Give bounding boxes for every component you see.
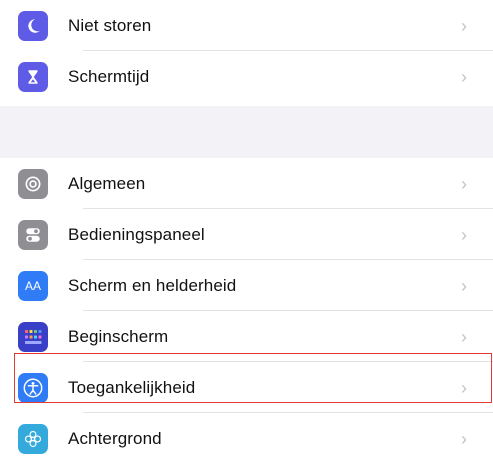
settings-row-niet-storen[interactable]: Niet storen › — [15, 0, 493, 51]
settings-group-focus: Niet storen › Schermtijd › — [15, 0, 493, 106]
settings-row-toegankelijkheid[interactable]: Toegankelijkheid › — [15, 362, 493, 413]
chevron-right-icon: › — [461, 275, 467, 296]
row-label: Scherm en helderheid — [68, 275, 237, 295]
settings-row-beginscherm[interactable]: Beginscherm › — [15, 311, 493, 362]
row-label: Niet storen — [68, 15, 152, 35]
chevron-right-icon: › — [461, 224, 467, 245]
settings-group-general: Algemeen › Bedieningspaneel › AA Scherm … — [15, 158, 493, 454]
row-label: Toegankelijkheid — [68, 377, 196, 397]
toggles-icon — [18, 219, 48, 250]
flower-icon — [18, 423, 48, 454]
row-label: Bedieningspaneel — [68, 224, 205, 244]
moon-icon — [18, 10, 48, 41]
text-size-icon: AA — [18, 270, 48, 301]
settings-row-algemeen[interactable]: Algemeen › — [15, 158, 493, 209]
chevron-right-icon: › — [461, 377, 467, 398]
gear-icon — [18, 168, 48, 199]
home-grid-icon — [18, 321, 48, 352]
settings-row-schermtijd[interactable]: Schermtijd › — [15, 51, 493, 102]
row-label: Schermtijd — [68, 66, 150, 86]
chevron-right-icon: › — [461, 326, 467, 347]
accessibility-icon — [18, 372, 48, 403]
row-label: Achtergrond — [68, 428, 162, 448]
hourglass-icon — [18, 61, 48, 92]
settings-row-scherm-en-helderheid[interactable]: AA Scherm en helderheid › — [15, 260, 493, 311]
settings-row-bedieningspaneel[interactable]: Bedieningspaneel › — [15, 209, 493, 260]
chevron-right-icon: › — [461, 66, 467, 87]
row-label: Algemeen — [68, 173, 146, 193]
row-label: Beginscherm — [68, 326, 169, 346]
chevron-right-icon: › — [461, 173, 467, 194]
chevron-right-icon: › — [461, 15, 467, 36]
section-spacer — [0, 106, 493, 158]
settings-row-achtergrond[interactable]: Achtergrond › — [15, 413, 493, 464]
text-size-glyph: AA — [24, 278, 41, 293]
chevron-right-icon: › — [461, 428, 467, 449]
